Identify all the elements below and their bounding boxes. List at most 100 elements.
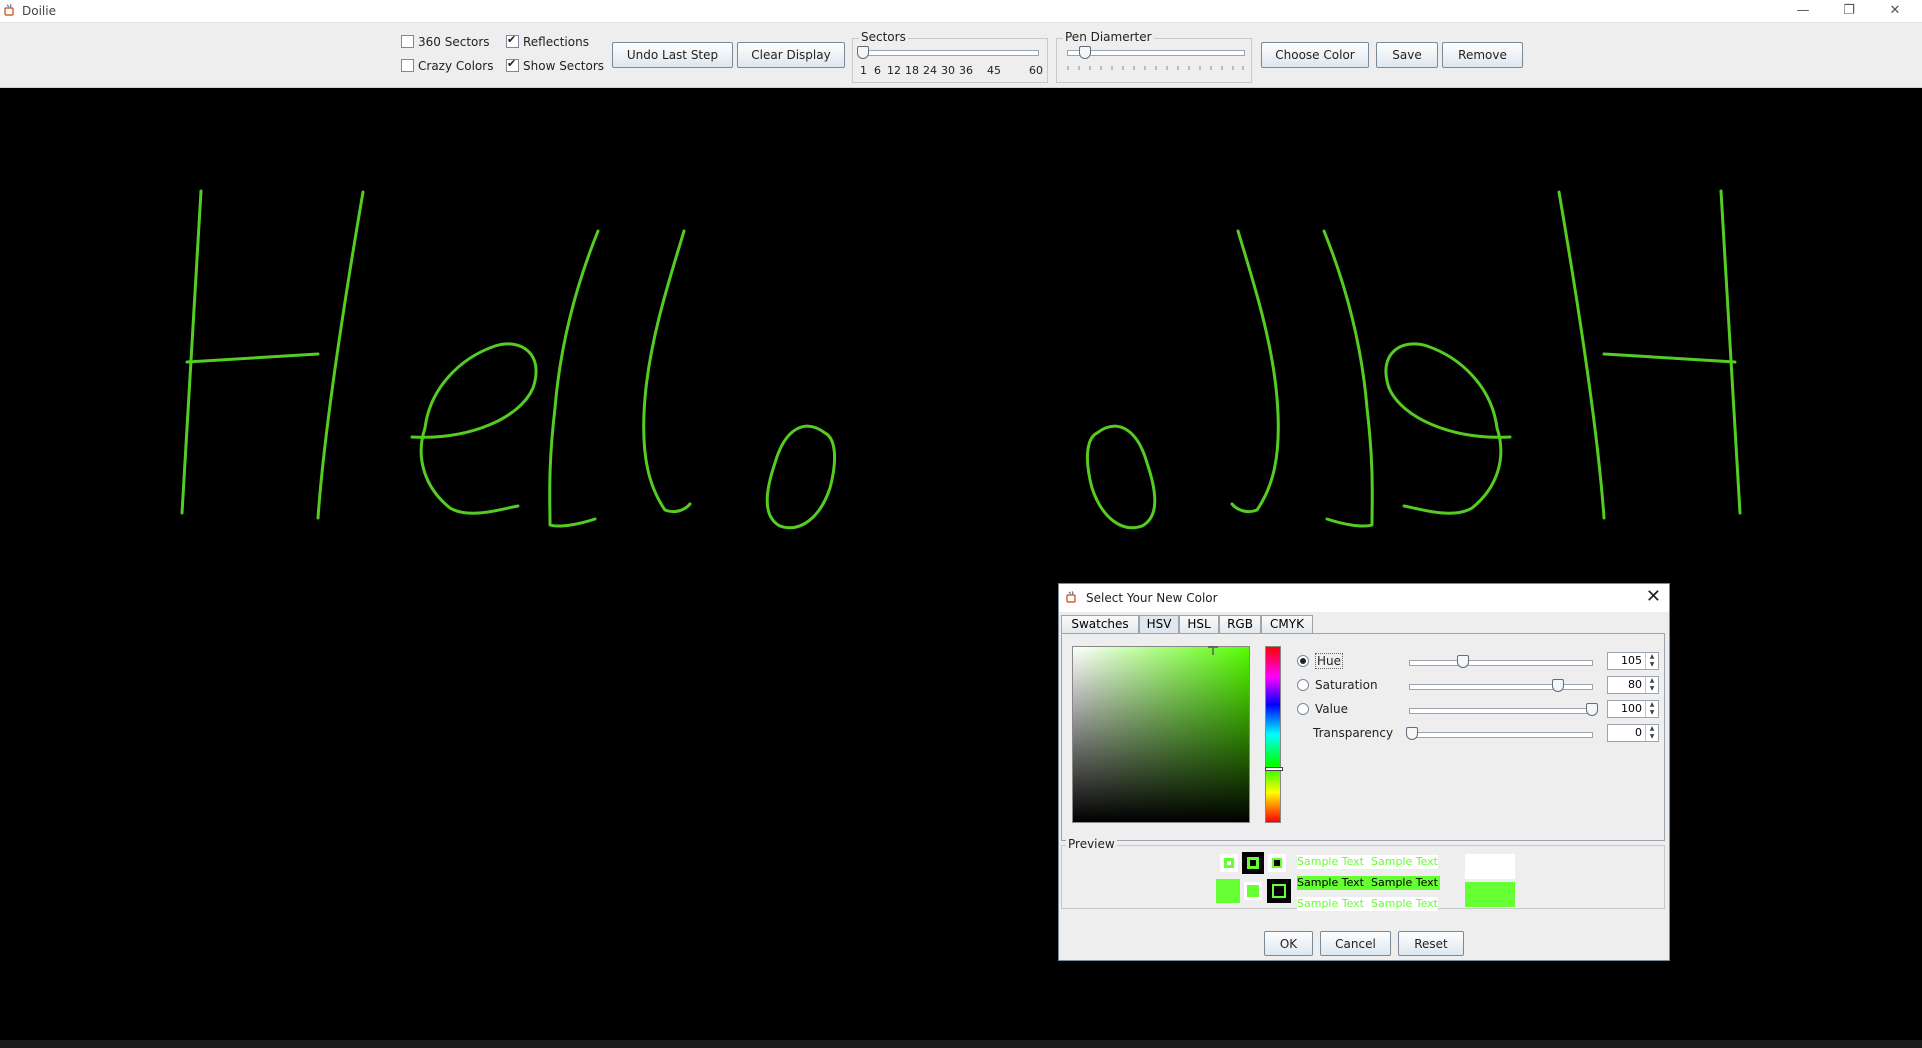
checkbox-reflections[interactable]: Reflections: [506, 33, 589, 51]
saturation-value-picker[interactable]: [1072, 646, 1250, 823]
transparency-value[interactable]: 0: [1635, 726, 1642, 739]
stroke-mirror-e: [1384, 342, 1512, 515]
sectors-slider-thumb[interactable]: [857, 46, 869, 59]
sectors-group: Sectors 1 6 12 18 24 30 36 45 60: [852, 30, 1048, 83]
checkbox-box[interactable]: [506, 57, 519, 72]
stroke-letter-h-bar: [185, 352, 320, 364]
saturation-slider-track[interactable]: [1409, 684, 1593, 690]
value-spinner[interactable]: 100 ▲ ▼: [1607, 700, 1659, 718]
window-titlebar: Doilie — ❐ ✕: [0, 0, 1922, 23]
tick-label: 60: [1029, 64, 1043, 77]
preview-old-color: [1465, 854, 1515, 879]
saturation-value[interactable]: 80: [1628, 678, 1642, 691]
pen-diameter-slider-track[interactable]: [1067, 50, 1245, 56]
value-value[interactable]: 100: [1621, 702, 1642, 715]
save-button[interactable]: Save: [1376, 42, 1438, 68]
transparency-label: Transparency: [1313, 726, 1394, 740]
hue-spinner[interactable]: 105 ▲ ▼: [1607, 652, 1659, 670]
preview-swatch: [1268, 854, 1286, 872]
tick-label: 18: [905, 64, 919, 77]
pen-diameter-title: Pen Diamerter: [1063, 30, 1154, 44]
remove-button[interactable]: Remove: [1442, 42, 1523, 68]
tab-swatches[interactable]: Swatches: [1061, 615, 1139, 633]
dialog-close-icon[interactable]: ✕: [1646, 586, 1661, 607]
tab-hsv[interactable]: HSV: [1139, 615, 1179, 633]
checkbox-box[interactable]: [401, 35, 414, 48]
transparency-slider-track[interactable]: [1409, 732, 1593, 738]
tick-label: 36: [959, 64, 973, 77]
spinner-arrows-icon[interactable]: ▲ ▼: [1645, 701, 1658, 717]
preview-title: Preview: [1066, 837, 1117, 851]
sample-text-row-bottom: Sample Text Sample Text: [1297, 897, 1438, 911]
value-slider-track[interactable]: [1409, 708, 1593, 714]
stroke-letter-e: [410, 342, 538, 515]
checkbox-box[interactable]: [506, 33, 519, 48]
stroke-mirror-h-bar: [1602, 352, 1737, 364]
preview-swatch: [1216, 879, 1240, 903]
color-chooser-dialog: Select Your New Color ✕ Swatches HSV HSL…: [1058, 583, 1670, 961]
transparency-spinner[interactable]: 0 ▲ ▼: [1607, 724, 1659, 742]
preview-swatch: [1244, 882, 1262, 900]
tab-hsl[interactable]: HSL: [1179, 615, 1219, 633]
checkbox-label: Reflections: [523, 35, 589, 49]
sectors-slider-track[interactable]: [861, 50, 1039, 56]
tick-label: 12: [887, 64, 901, 77]
sample-text: Sample Text: [1297, 855, 1364, 868]
tab-rgb[interactable]: RGB: [1219, 615, 1261, 633]
window-title: Doilie: [22, 4, 56, 18]
spinner-arrows-icon[interactable]: ▲ ▼: [1645, 725, 1658, 741]
hue-strip[interactable]: [1265, 646, 1283, 823]
spinner-arrows-icon[interactable]: ▲ ▼: [1645, 677, 1658, 693]
transparency-slider-thumb[interactable]: [1406, 727, 1418, 740]
radio-button[interactable]: [1297, 655, 1309, 667]
spinner-arrows-icon[interactable]: ▲ ▼: [1645, 653, 1658, 669]
checkbox-crazy-colors[interactable]: Crazy Colors: [401, 59, 493, 75]
radio-value[interactable]: Value: [1297, 702, 1348, 716]
preview-swatch: [1242, 852, 1264, 874]
value-slider-thumb[interactable]: [1586, 703, 1598, 716]
java-app-icon: [4, 4, 14, 16]
clear-display-button[interactable]: Clear Display: [737, 42, 845, 68]
close-window-button[interactable]: ✕: [1872, 0, 1918, 22]
ok-button[interactable]: OK: [1264, 931, 1313, 956]
checkbox-show-sectors[interactable]: Show Sectors: [506, 57, 604, 75]
radio-label: Value: [1315, 702, 1348, 716]
stroke-mirror-h-right: [1719, 189, 1742, 515]
minimize-button[interactable]: —: [1780, 0, 1826, 22]
tick-label: 1: [860, 64, 867, 77]
sample-text: Sample Text: [1371, 897, 1438, 910]
saturation-slider-thumb[interactable]: [1552, 679, 1564, 692]
hue-slider-track[interactable]: [1409, 660, 1593, 666]
undo-last-step-button[interactable]: Undo Last Step: [612, 42, 733, 68]
radio-saturation[interactable]: Saturation: [1297, 678, 1378, 692]
hue-strip-marker[interactable]: [1265, 767, 1283, 771]
stroke-letter-l-2: [642, 229, 692, 514]
hue-slider-thumb[interactable]: [1457, 655, 1469, 668]
radio-button[interactable]: [1297, 679, 1309, 691]
checkbox-box[interactable]: [401, 59, 414, 72]
sample-text: Sample Text: [1371, 876, 1438, 889]
stroke-letter-h-left: [180, 189, 203, 515]
stroke-mirror-l-1: [1322, 229, 1374, 528]
tab-cmyk[interactable]: CMYK: [1261, 615, 1313, 633]
radio-hue[interactable]: Hue: [1297, 653, 1344, 669]
pen-diameter-ticks: [1067, 66, 1244, 70]
checkbox-360-sectors[interactable]: 360 Sectors: [401, 35, 490, 51]
choose-color-button[interactable]: Choose Color: [1261, 42, 1369, 68]
sample-text: Sample Text: [1371, 855, 1438, 868]
preview-new-color: [1465, 882, 1515, 907]
preview-swatch: [1267, 879, 1291, 903]
dialog-title: Select Your New Color: [1086, 591, 1218, 605]
pen-diameter-slider-thumb[interactable]: [1079, 46, 1091, 59]
cancel-button[interactable]: Cancel: [1320, 931, 1391, 956]
picker-cursor-icon: [1208, 646, 1218, 655]
reset-button[interactable]: Reset: [1398, 931, 1464, 956]
stroke-letter-o: [765, 424, 837, 530]
stroke-mirror-h-left: [1557, 190, 1606, 520]
restore-button[interactable]: ❐: [1826, 0, 1872, 22]
hue-value[interactable]: 105: [1621, 654, 1642, 667]
radio-button[interactable]: [1297, 703, 1309, 715]
taskbar-strip: [0, 1040, 1922, 1048]
saturation-spinner[interactable]: 80 ▲ ▼: [1607, 676, 1659, 694]
java-app-icon: [1066, 591, 1076, 603]
